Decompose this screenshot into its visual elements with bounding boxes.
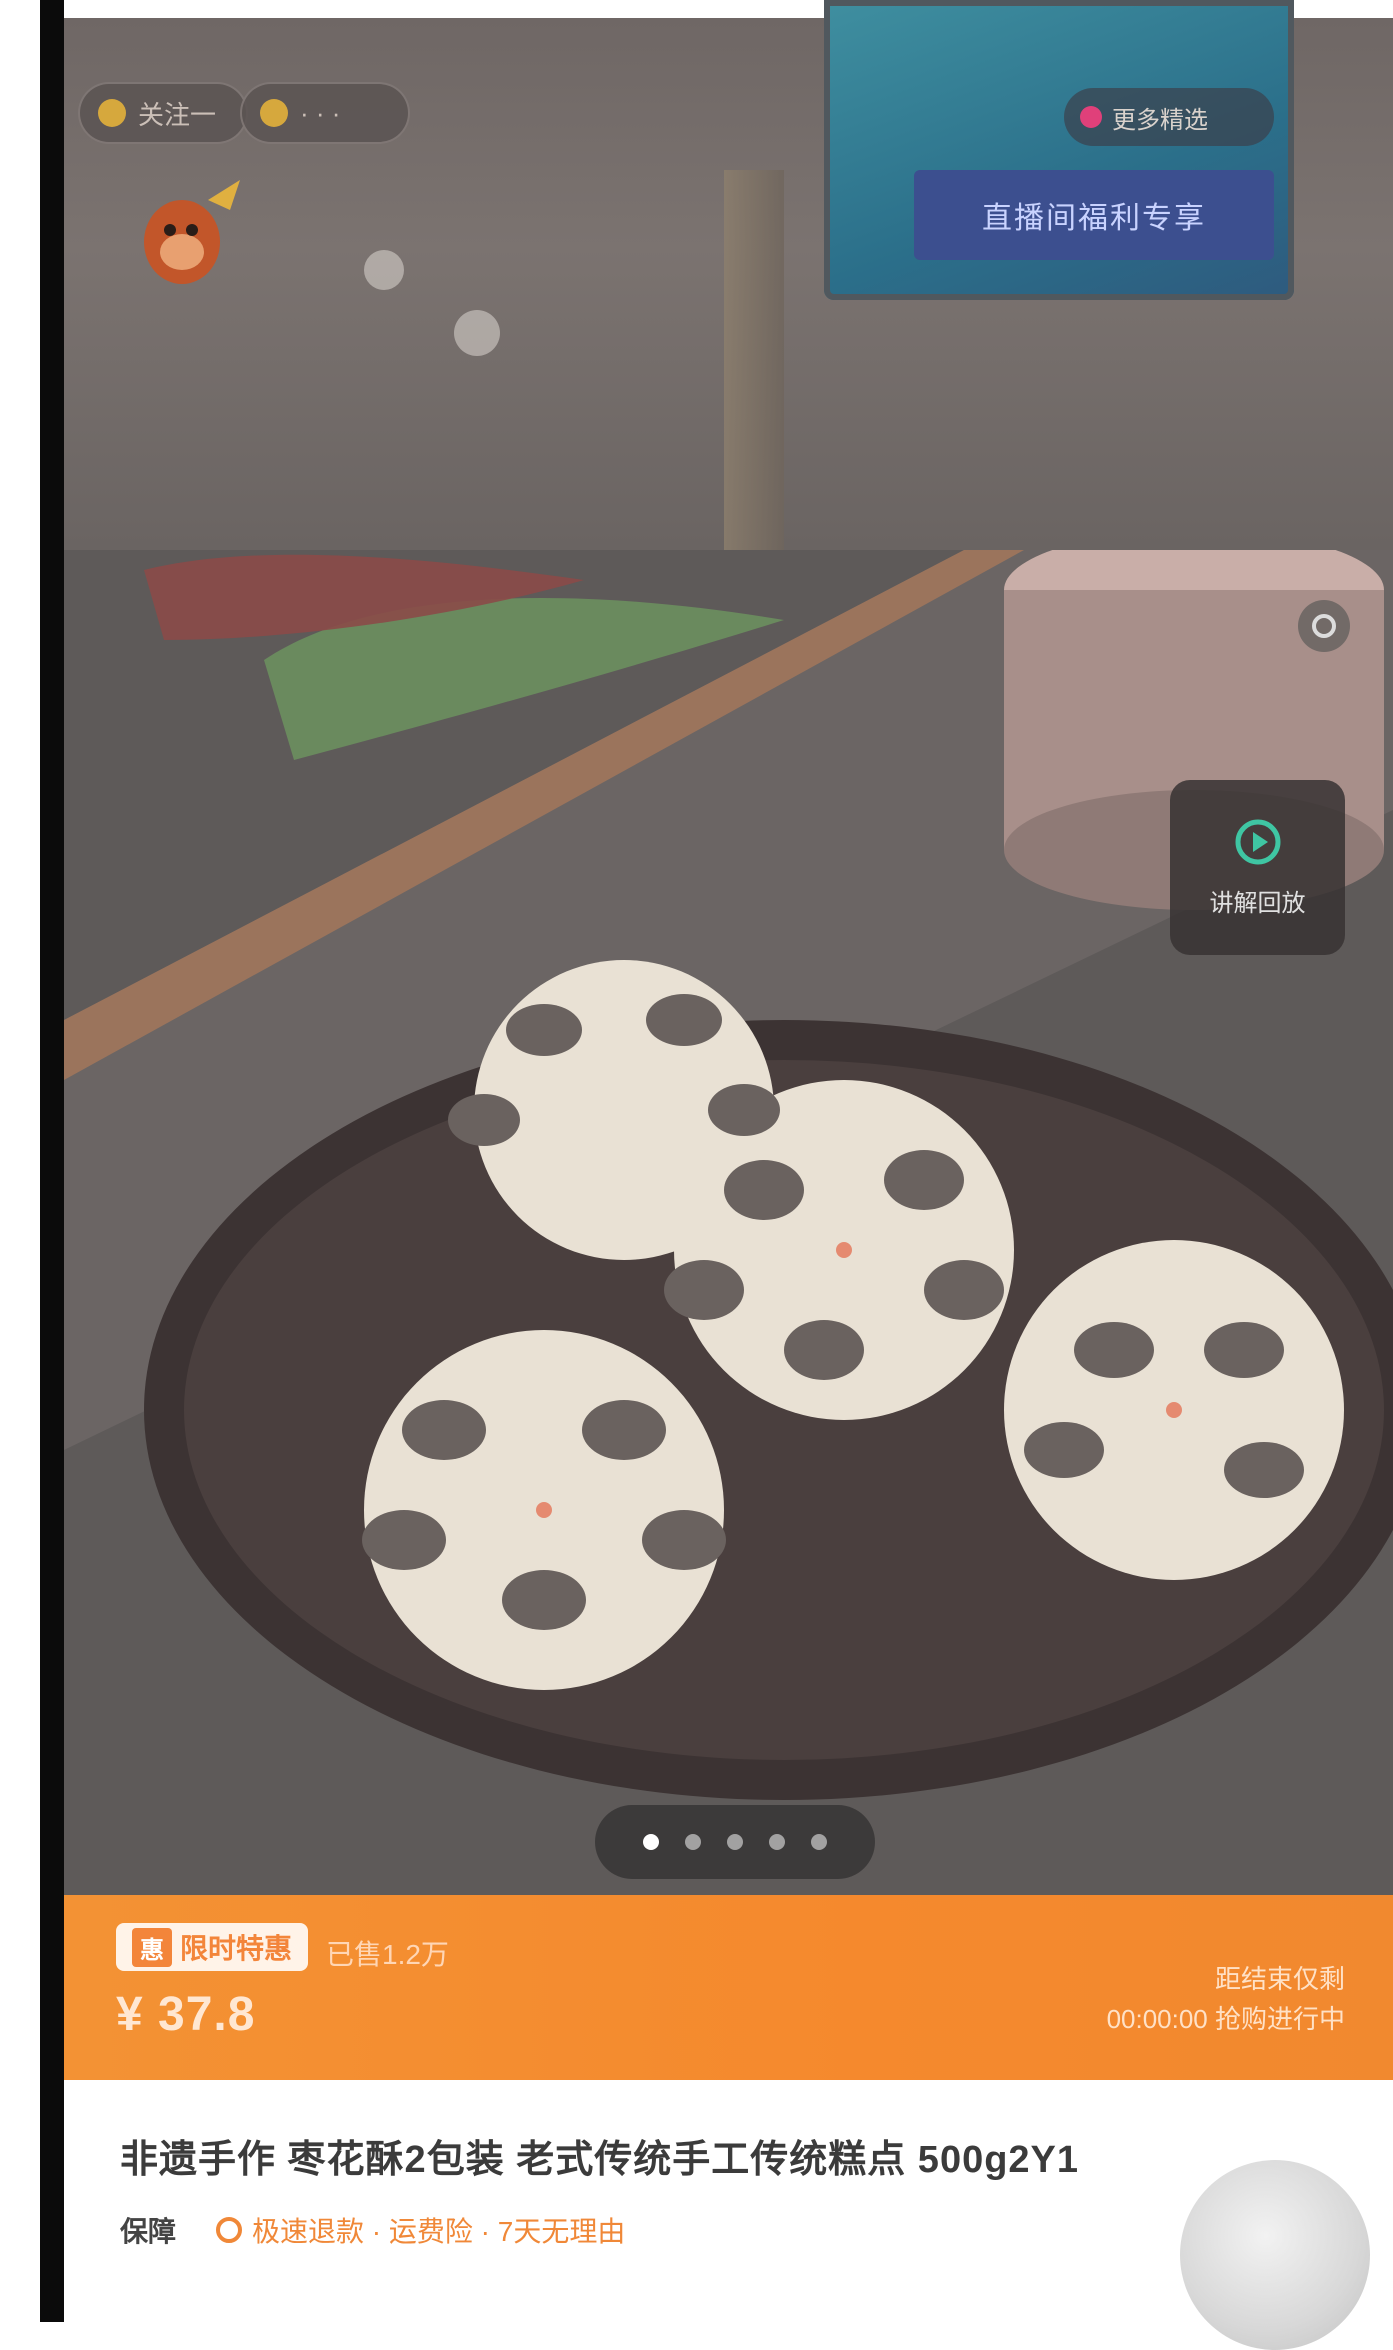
carousel-dot[interactable] [769, 1834, 785, 1850]
shield-icon [216, 2217, 243, 2243]
replay-icon [1235, 819, 1280, 865]
guarantee-label: 保障 [120, 2216, 177, 2247]
countdown-info: 距结束仅剩 00:00:00 抢购进行中 [1107, 1959, 1345, 2039]
live-stream-overlay: 关注一 · · · 更多精选 直播间福利专享 [64, 0, 1393, 550]
carousel-indicator [595, 1805, 875, 1879]
carousel-dot[interactable] [685, 1834, 701, 1850]
promo-banner: 直播间福利专享 [914, 170, 1274, 260]
mascot-icon [144, 180, 240, 284]
live-chip-label: 关注一 [138, 99, 217, 130]
product-title: 非遗手作 枣花酥2包装 老式传统手工传统糕点 500g2Y1 [120, 2139, 1080, 2181]
carousel-dot[interactable] [811, 1834, 827, 1850]
bokeh-light [364, 250, 404, 290]
badge-text: 限时特惠 [180, 1933, 293, 1964]
left-edge-bar [40, 0, 64, 2322]
promo-badge: 惠 限时特惠 [116, 1923, 309, 1971]
tv-tag-label: 更多精选 [1112, 106, 1208, 134]
replay-button[interactable]: 讲解回放 [1170, 780, 1345, 955]
live-chip-follow[interactable]: 关注一 [78, 82, 248, 144]
more-picks-tag[interactable]: 更多精选 [1064, 88, 1274, 146]
guarantee-row[interactable]: 保障 极速退款 · 运费险 · 7天无理由 [120, 2210, 625, 2250]
price-banner: 惠 限时特惠 已售1.2万 ¥ 37.8 距结束仅剩 00:00:00 抢购进行… [64, 1895, 1393, 2080]
coin-icon [260, 99, 288, 127]
close-icon [1312, 614, 1336, 638]
carousel-dot[interactable] [727, 1834, 743, 1850]
decor-shelf [724, 170, 784, 550]
countdown-line-2: 00:00:00 抢购进行中 [1106, 2004, 1345, 2034]
coin-icon [98, 99, 126, 127]
guarantee-text: 极速退款 · 运费险 · 7天无理由 [252, 2216, 626, 2247]
product-photo [64, 550, 1393, 1895]
record-dot-icon [1080, 106, 1102, 128]
product-page: 关注一 · · · 更多精选 直播间福利专享 讲解回放 惠 限时特惠 已售1.2… [0, 0, 1393, 2350]
sold-count: 已售1.2万 [326, 1939, 449, 1970]
close-button[interactable] [1298, 600, 1350, 652]
replay-label: 讲解回放 [1209, 890, 1306, 917]
badge-mark: 惠 [132, 1927, 172, 1967]
countdown-line-1: 距结束仅剩 [1214, 1964, 1345, 1994]
live-promo-screen[interactable]: 更多精选 直播间福利专享 [824, 0, 1294, 300]
guarantee-value: 极速退款 · 运费险 · 7天无理由 [216, 2210, 625, 2250]
live-chip-label: · · · [300, 97, 341, 128]
carousel-dot[interactable] [643, 1834, 659, 1850]
product-image-carousel[interactable] [64, 550, 1393, 1895]
bokeh-light [454, 310, 500, 356]
live-chip-more[interactable]: · · · [240, 82, 410, 144]
price: ¥ 37.8 [116, 1988, 256, 2041]
